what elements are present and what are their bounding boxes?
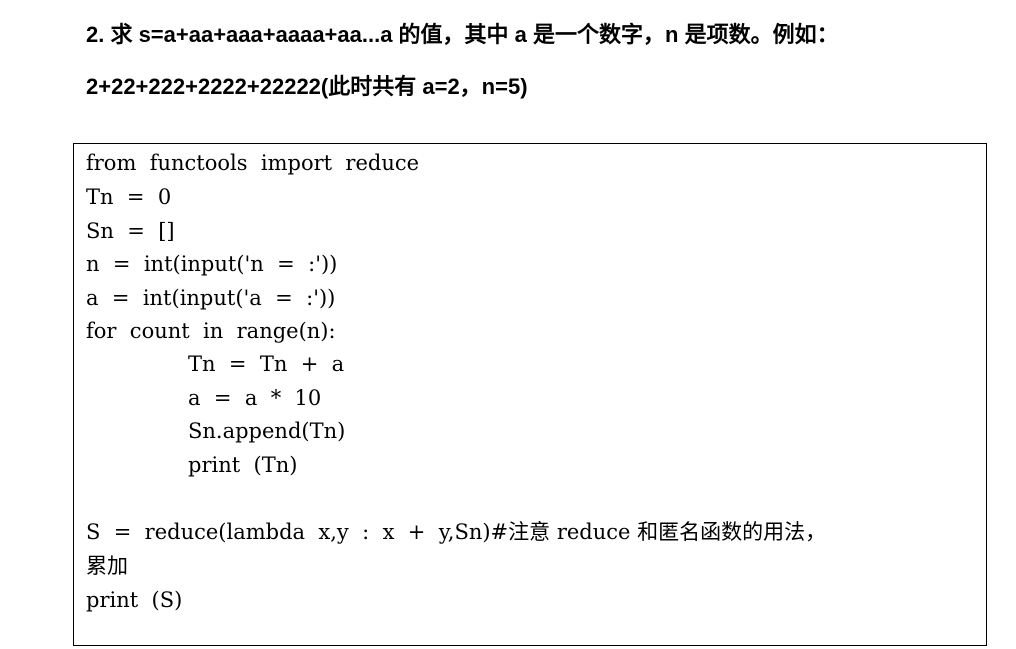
code-block: from functools import reduce Tn = 0 Sn =… xyxy=(73,143,987,646)
question-text-line-1: 2. 求 s=a+aa+aaa+aaaa+aa...a 的值，其中 a 是一个数… xyxy=(86,22,839,47)
code-line: Tn = 0 xyxy=(86,185,172,209)
code-line: 累加 xyxy=(86,554,128,578)
code-line: Tn = Tn + a xyxy=(188,352,345,376)
code-line: print (Tn) xyxy=(188,453,298,477)
code-line: from functools import reduce xyxy=(86,151,420,175)
code-line: n = int(input('n = :')) xyxy=(86,252,338,276)
code-line: print (S) xyxy=(86,588,183,612)
code-line: Sn = [] xyxy=(86,219,175,243)
code-line: S = reduce(lambda x,y : x + y,Sn)#注意 red… xyxy=(86,520,827,544)
code-line: a = int(input('a = :')) xyxy=(86,286,336,310)
code-line: Sn.append(Tn) xyxy=(188,419,346,443)
question-text-line-2: 2+22+222+2222+22222(此时共有 a=2，n=5) xyxy=(86,74,528,99)
code-line: a = a * 10 xyxy=(188,386,322,410)
code-line: for count in range(n): xyxy=(86,319,336,343)
